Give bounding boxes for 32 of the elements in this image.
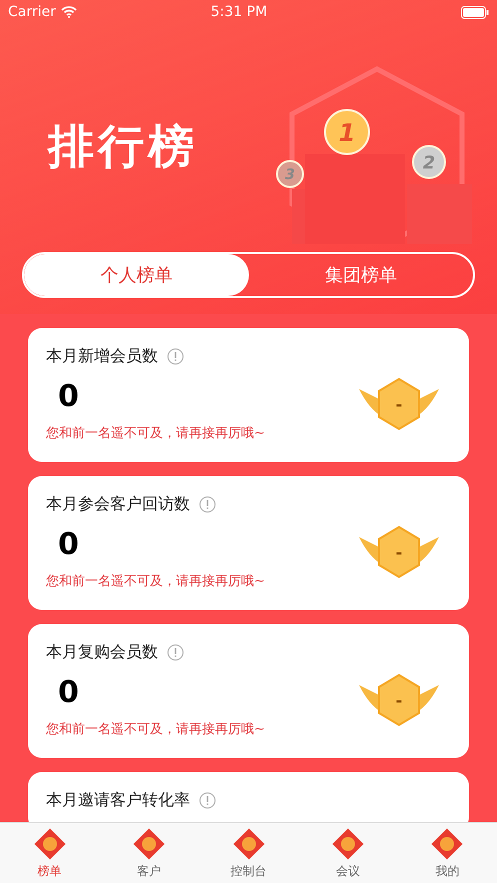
nav-tab[interactable]: 客户 [99, 823, 199, 883]
stat-value: 0 [58, 675, 80, 710]
card-title: 本月参会客户回访数 [46, 494, 190, 515]
info-icon[interactable] [199, 792, 216, 809]
card-title: 本月邀请客户转化率 [46, 790, 190, 811]
winged-medal-icon [357, 524, 441, 580]
rank-label: - [396, 691, 402, 710]
nav-tab[interactable]: 榜单 [0, 823, 100, 883]
carrier-name: Carrier [8, 4, 56, 20]
rank-label: - [396, 395, 402, 414]
winged-medal-icon [357, 672, 441, 728]
ranking-tab[interactable]: 集团榜单 [248, 254, 473, 296]
card-title: 本月复购会员数 [46, 642, 158, 663]
rank-label: - [396, 543, 402, 562]
page-title: 排行榜 [48, 118, 198, 175]
winged-medal-icon [357, 376, 441, 432]
stat-value: 0 [58, 527, 80, 562]
nav-tab[interactable]: 我的 [398, 823, 497, 883]
info-icon[interactable] [167, 348, 184, 365]
ranking-message: 您和前一名遥不可及，请再接再厉哦~ [46, 721, 265, 738]
info-icon[interactable] [199, 496, 216, 513]
battery-icon [461, 6, 489, 18]
ranking-message: 您和前一名遥不可及，请再接再厉哦~ [46, 573, 265, 590]
wifi-icon [60, 6, 77, 18]
ranking-tab[interactable]: 个人榜单 [24, 254, 248, 296]
stat-value: 0 [58, 379, 80, 414]
nav-tab[interactable]: 控制台 [198, 823, 298, 883]
nav-tab[interactable]: 会议 [298, 823, 398, 883]
card-title: 本月新增会员数 [46, 346, 158, 367]
info-icon[interactable] [167, 644, 184, 661]
ranking-message: 您和前一名遥不可及，请再接再厉哦~ [46, 425, 265, 442]
status-time: 5:31 PM [210, 4, 268, 20]
